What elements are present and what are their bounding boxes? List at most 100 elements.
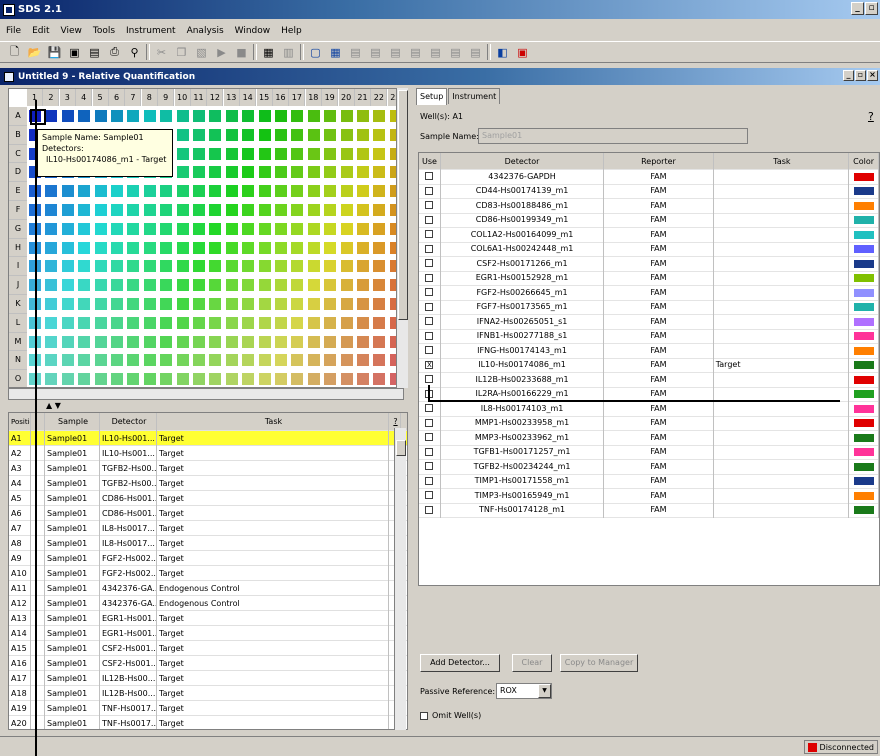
plate-well[interactable] <box>357 354 369 367</box>
tab-setup[interactable]: Setup <box>416 88 448 105</box>
detector-row[interactable]: MMP3-Hs00233962_m1 FAM <box>419 430 879 446</box>
detector-color-swatch[interactable] <box>853 462 874 471</box>
plate-well[interactable] <box>225 147 238 160</box>
plate-well[interactable] <box>357 128 369 141</box>
plate-column-label[interactable]: 19 <box>322 89 339 106</box>
plate-well[interactable] <box>176 166 189 179</box>
use-checkbox[interactable] <box>425 476 434 485</box>
plate-well[interactable] <box>324 166 337 179</box>
plate-well[interactable] <box>275 335 287 348</box>
plate-well[interactable] <box>275 279 287 292</box>
plate-well[interactable] <box>373 222 386 235</box>
plate-well[interactable] <box>340 204 353 216</box>
use-checkbox[interactable] <box>425 404 434 412</box>
table-row[interactable]: A19 Sample01 TNF-Hs0017... Target <box>9 700 407 716</box>
plate-well[interactable] <box>242 147 255 160</box>
plate-well[interactable] <box>127 354 140 367</box>
plate-well[interactable] <box>340 279 353 292</box>
plate-well[interactable] <box>324 373 337 386</box>
plate-well[interactable] <box>291 354 304 367</box>
plate-well[interactable] <box>209 128 222 141</box>
plate-well[interactable] <box>357 110 369 122</box>
plate-well[interactable] <box>209 260 222 273</box>
stop-icon[interactable]: ■ <box>233 44 250 61</box>
plate-well[interactable] <box>258 166 271 179</box>
col-detector[interactable]: Detector <box>100 413 157 431</box>
plate-well[interactable] <box>78 241 91 254</box>
plate-row-label[interactable]: M <box>9 332 27 352</box>
detector-row[interactable]: EGR1-Hs00152928_m1 FAM <box>419 271 879 286</box>
tray-icon[interactable]: ▥ <box>280 44 297 61</box>
plate-column-label[interactable]: 11 <box>191 89 207 106</box>
plate-column-label[interactable]: 20 <box>338 89 355 106</box>
plate-well[interactable] <box>45 204 58 216</box>
plate-well[interactable] <box>340 110 353 122</box>
plate-well[interactable] <box>324 335 337 348</box>
plate-well[interactable] <box>209 279 222 292</box>
plate-well[interactable] <box>160 335 173 348</box>
plate-well[interactable] <box>209 185 222 198</box>
plate-well[interactable] <box>127 110 140 122</box>
use-checkbox[interactable] <box>425 346 434 354</box>
detector-color-swatch[interactable] <box>853 346 874 355</box>
plate-row-label[interactable]: D <box>9 163 27 183</box>
detector-row[interactable]: COL6A1-Hs00242448_m1 FAM <box>419 242 879 257</box>
plate-well[interactable] <box>193 373 205 386</box>
plate-well[interactable] <box>143 335 156 348</box>
plate-well[interactable] <box>275 241 287 254</box>
well-table-vertical-scrollbar[interactable] <box>394 428 406 730</box>
detector-row[interactable]: TGFB1-Hs00171257_m1 FAM <box>419 445 879 460</box>
detector-row[interactable]: IL8-Hs00174103_m1 FAM <box>419 401 879 417</box>
plate-well[interactable] <box>275 110 287 122</box>
plate-well[interactable] <box>307 335 320 348</box>
plate-well[interactable] <box>111 279 123 292</box>
detector-row[interactable]: IFNG-Hs00174143_m1 FAM <box>419 343 879 359</box>
plate-well[interactable] <box>143 354 156 367</box>
plate-well[interactable] <box>357 147 369 160</box>
plate-well[interactable] <box>340 166 353 179</box>
plate-well[interactable] <box>61 373 74 386</box>
raw-data-icon[interactable]: ▤ <box>427 44 444 61</box>
detector-color-swatch[interactable] <box>853 187 874 196</box>
plate-column-label[interactable]: 14 <box>240 89 257 106</box>
plate-well[interactable] <box>45 222 58 235</box>
plate-well[interactable] <box>291 222 304 235</box>
plate-well[interactable] <box>291 316 304 329</box>
plate-well[interactable] <box>111 204 123 216</box>
maximize-button[interactable]: ▫ <box>865 2 878 15</box>
table-row[interactable]: A18 Sample01 IL12B-Hs00... Target <box>9 685 407 701</box>
col-reporter[interactable]: Reporter <box>604 153 714 170</box>
plate-well[interactable] <box>258 298 271 310</box>
plate-well[interactable] <box>111 298 123 310</box>
plate-well[interactable] <box>225 128 238 141</box>
use-checkbox[interactable] <box>425 375 434 383</box>
plate-well[interactable] <box>373 147 386 160</box>
plate-well[interactable] <box>258 241 271 254</box>
plate-well[interactable] <box>61 354 74 367</box>
plate-well[interactable] <box>94 298 107 310</box>
plate-well[interactable] <box>275 222 287 235</box>
plate-well[interactable] <box>176 110 189 122</box>
plate-well[interactable] <box>193 335 205 348</box>
detector-row[interactable]: TIMP1-Hs00171558_m1 FAM <box>419 474 879 489</box>
detector-row[interactable]: FGF7-Hs00173565_m1 FAM <box>419 300 879 315</box>
plate-well[interactable] <box>143 373 156 386</box>
plate-well[interactable] <box>61 222 74 235</box>
minimize-button[interactable]: _ <box>851 2 864 15</box>
plate-well[interactable] <box>176 204 189 216</box>
detector-color-swatch[interactable] <box>853 245 874 254</box>
plate-well[interactable] <box>291 373 304 386</box>
use-checkbox[interactable] <box>425 462 434 470</box>
plate-row-label[interactable]: L <box>9 313 27 333</box>
plate-well[interactable] <box>291 298 304 310</box>
use-checkbox[interactable] <box>425 317 434 325</box>
plate-well[interactable] <box>225 260 238 273</box>
plate-well[interactable] <box>275 185 287 198</box>
plate-row-label[interactable]: F <box>9 201 27 220</box>
plate-well[interactable] <box>209 222 222 235</box>
copy-to-manager-button[interactable]: Copy to Manager <box>560 654 638 672</box>
plate-well[interactable] <box>143 222 156 235</box>
plate-well[interactable] <box>357 260 369 273</box>
plate-well[interactable] <box>340 298 353 310</box>
plate-well[interactable] <box>45 279 58 292</box>
